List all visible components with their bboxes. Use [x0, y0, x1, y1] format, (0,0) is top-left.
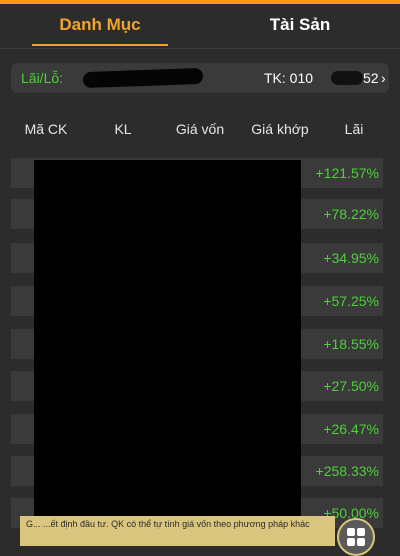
table-header: Mã CK KL Giá vốn Giá khớp Lãi [0, 112, 400, 146]
tab-tai-san[interactable]: Tài Sản [200, 4, 400, 48]
tab-bar: Danh Mục Tài Sản [0, 4, 400, 48]
tab-danh-muc[interactable]: Danh Mục [0, 4, 200, 48]
header-symbol: Mã CK [24, 121, 68, 137]
profit-value: +34.95% [323, 250, 379, 266]
account-suffix: 52 [363, 70, 379, 86]
active-tab-indicator [32, 44, 168, 46]
pnl-value-redacted [82, 67, 204, 89]
disclaimer-banner: G... ...ết định đầu tư. QK có thể tự tín… [20, 516, 335, 546]
profit-value: +78.22% [323, 206, 379, 222]
grid-menu-button[interactable] [337, 518, 375, 556]
profit-value: +121.57% [315, 165, 379, 181]
profit-value: +57.25% [323, 293, 379, 309]
pnl-label: Lãi/Lỗ: [21, 70, 64, 86]
account-summary-bar[interactable]: Lãi/Lỗ: TK: 010 52 › [11, 63, 389, 93]
profit-value: +26.47% [323, 421, 379, 437]
profit-value: +27.50% [323, 378, 379, 394]
chevron-right-icon[interactable]: › [381, 63, 386, 93]
header-volume: KL [114, 121, 132, 137]
account-number-redacted [331, 71, 363, 85]
header-profit: Lãi [344, 121, 364, 137]
profit-value: +258.33% [315, 463, 379, 479]
header-cost-price: Giá vốn [175, 121, 225, 137]
account-label: TK: 010 [264, 70, 314, 86]
header-match-price: Giá khớp [251, 121, 309, 137]
redacted-holdings-block [34, 160, 301, 546]
tab-divider [0, 48, 400, 49]
profit-value: +18.55% [323, 336, 379, 352]
